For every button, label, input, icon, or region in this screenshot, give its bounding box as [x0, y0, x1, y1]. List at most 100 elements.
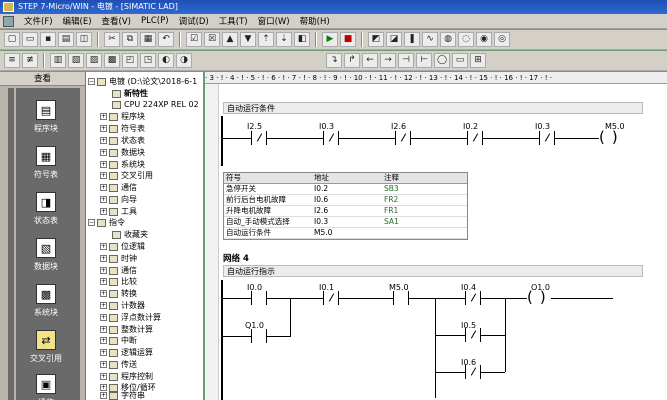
- compile-all-icon[interactable]: ☒: [204, 32, 220, 47]
- program-status-icon[interactable]: ◩: [368, 32, 384, 47]
- tree-item-instructions[interactable]: − 指令: [88, 217, 125, 228]
- tree-item-compare[interactable]: + 比较: [100, 276, 137, 287]
- expand-icon[interactable]: +: [100, 278, 107, 285]
- no-contact[interactable]: [393, 291, 409, 305]
- nav-system-block[interactable]: ▩ 系统块: [14, 280, 78, 326]
- options-icon[interactable]: ◧: [294, 32, 310, 47]
- run-icon[interactable]: ▶: [322, 32, 338, 47]
- menu-help[interactable]: 帮助(H): [298, 15, 332, 27]
- new-icon[interactable]: ▢: [4, 32, 20, 47]
- nav-data-block[interactable]: ▧ 数据块: [14, 234, 78, 280]
- tree-item-logic-ops[interactable]: + 逻辑运算: [100, 347, 153, 358]
- no-contact[interactable]: [251, 329, 267, 343]
- unforce-icon[interactable]: ◌: [458, 32, 474, 47]
- menu-tools[interactable]: 工具(T): [217, 15, 250, 27]
- nc-contact[interactable]: [465, 365, 481, 379]
- tree-item-float-math[interactable]: + 浮点数计算: [100, 312, 161, 323]
- expand-icon[interactable]: +: [100, 392, 107, 399]
- status-table-icon[interactable]: ▩: [104, 53, 120, 68]
- menu-view[interactable]: 查看(V): [100, 15, 133, 27]
- nav-communication[interactable]: ▣ 通信: [14, 370, 78, 400]
- arrow-right-icon[interactable]: →: [380, 53, 396, 68]
- sort-desc-icon[interactable]: ⇣: [276, 32, 292, 47]
- no-contact[interactable]: [251, 291, 267, 305]
- write-icon[interactable]: ◎: [494, 32, 510, 47]
- download-icon[interactable]: ▼: [240, 32, 256, 47]
- chart-status-icon[interactable]: ◪: [386, 32, 402, 47]
- expand-icon[interactable]: +: [100, 373, 107, 380]
- sort-asc-icon[interactable]: ⇡: [258, 32, 274, 47]
- compile-icon[interactable]: ☑: [186, 32, 202, 47]
- tree-item-comm-instructions[interactable]: + 通信: [100, 265, 137, 276]
- menu-plc[interactable]: PLC(P): [139, 16, 171, 26]
- tree-item-whats-new[interactable]: 新特性: [112, 88, 148, 99]
- expand-icon[interactable]: +: [100, 208, 107, 215]
- tree-item-status-table[interactable]: + 状态表: [100, 135, 145, 146]
- line-down-icon[interactable]: ↴: [326, 53, 342, 68]
- nc-contact[interactable]: [251, 131, 267, 145]
- collapse-icon[interactable]: −: [88, 78, 95, 85]
- menu-file[interactable]: 文件(F): [22, 15, 55, 27]
- nc-contact[interactable]: [467, 131, 483, 145]
- nc-contact[interactable]: [323, 131, 339, 145]
- network3-comment[interactable]: 自动运行条件: [223, 102, 643, 114]
- expand-icon[interactable]: +: [100, 137, 107, 144]
- nav-cross-reference[interactable]: ⇄ 交叉引用: [14, 326, 78, 372]
- undo-icon[interactable]: ↶: [158, 32, 174, 47]
- nav-status-table[interactable]: ◨ 状态表: [14, 188, 78, 234]
- tree-item-bit-logic[interactable]: + 位逻辑: [100, 241, 145, 252]
- expand-icon[interactable]: +: [100, 267, 107, 274]
- tree-item-move[interactable]: + 传送: [100, 359, 137, 370]
- paste-icon[interactable]: ▦: [140, 32, 156, 47]
- pause-icon[interactable]: ❚: [404, 32, 420, 47]
- tree-item-integer-math[interactable]: + 整数计算: [100, 324, 153, 335]
- stop-icon[interactable]: ■: [340, 32, 356, 47]
- expand-icon[interactable]: +: [100, 255, 107, 262]
- expand-icon[interactable]: +: [100, 113, 107, 120]
- expand-icon[interactable]: +: [100, 349, 107, 356]
- expand-icon[interactable]: +: [100, 290, 107, 297]
- expand-icon[interactable]: +: [100, 314, 107, 321]
- box-icon[interactable]: ⊢: [416, 53, 432, 68]
- tree-item-interrupt[interactable]: + 中断: [100, 335, 137, 346]
- collapse-icon[interactable]: −: [88, 219, 95, 226]
- tree-item-convert[interactable]: + 转换: [100, 288, 137, 299]
- force-icon[interactable]: ◍: [440, 32, 456, 47]
- expand-icon[interactable]: +: [100, 326, 107, 333]
- print-preview-icon[interactable]: ◫: [76, 32, 92, 47]
- open-icon[interactable]: ▭: [22, 32, 38, 47]
- expand-icon[interactable]: +: [100, 172, 107, 179]
- network-delete-icon[interactable]: ≢: [22, 53, 38, 68]
- expand-icon[interactable]: +: [100, 125, 107, 132]
- trend-icon[interactable]: ∿: [422, 32, 438, 47]
- copy-icon[interactable]: ⧉: [122, 32, 138, 47]
- tree-item-symbol-table[interactable]: + 符号表: [100, 123, 145, 134]
- box-fn-icon[interactable]: ▭: [452, 53, 468, 68]
- tree-item-project[interactable]: − 电镀 (D:\论文\2018-6-1: [88, 76, 197, 87]
- ladder-editor[interactable]: · 3 · ! · 4 · ! · 5 · ! · 6 · ! · 7 · ! …: [205, 72, 667, 400]
- nav-symbol-table[interactable]: ▦ 符号表: [14, 142, 78, 188]
- nc-contact[interactable]: [539, 131, 555, 145]
- nav-program-block[interactable]: ▤ 程序块: [14, 96, 78, 142]
- contact-icon[interactable]: ⊣: [398, 53, 414, 68]
- save-icon[interactable]: ▪: [40, 32, 56, 47]
- line-up-icon[interactable]: ↱: [344, 53, 360, 68]
- tree-item-wizard[interactable]: + 向导: [100, 194, 137, 205]
- expand-icon[interactable]: +: [100, 161, 107, 168]
- seg-a-icon[interactable]: ◰: [122, 53, 138, 68]
- seg-b-icon[interactable]: ◳: [140, 53, 156, 68]
- nc-contact[interactable]: [465, 328, 481, 342]
- network4-comment[interactable]: 自动运行指示: [223, 265, 643, 277]
- output-coil[interactable]: (): [527, 290, 551, 306]
- cut-icon[interactable]: ✂: [104, 32, 120, 47]
- menu-edit[interactable]: 编辑(E): [61, 15, 94, 27]
- tree-item-counter[interactable]: + 计数器: [100, 300, 145, 311]
- tree-item-cross-reference[interactable]: + 交叉引用: [100, 170, 153, 181]
- tree-item-clock[interactable]: + 时钟: [100, 253, 137, 264]
- tree-item-system-block[interactable]: + 系统块: [100, 159, 145, 170]
- tree-item-program-block[interactable]: + 程序块: [100, 111, 145, 122]
- upload-icon[interactable]: ▲: [222, 32, 238, 47]
- tree-item-cpu[interactable]: CPU 224XP REL 02: [112, 99, 199, 110]
- tree-item-communication[interactable]: + 通信: [100, 182, 137, 193]
- data-block-icon[interactable]: ▧: [68, 53, 84, 68]
